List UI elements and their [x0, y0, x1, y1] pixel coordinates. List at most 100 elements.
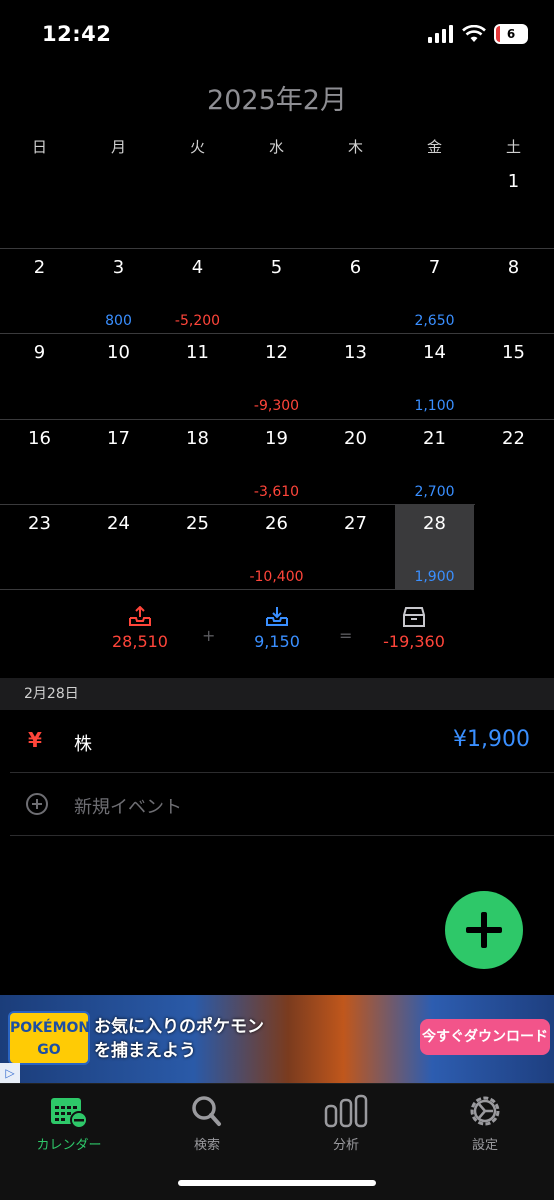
day-number: 27: [344, 513, 367, 534]
plus-operator: +: [202, 626, 216, 645]
day-number: 2: [33, 256, 46, 278]
income-total: 9,150: [254, 632, 300, 651]
calendar-day-cell[interactable]: 6: [316, 248, 395, 333]
calendar-day-cell[interactable]: 20: [316, 419, 395, 504]
day-number: 5: [270, 256, 283, 278]
weekday-label: 月: [110, 138, 126, 156]
day-number: 25: [186, 513, 209, 534]
home-indicator: [178, 1180, 376, 1186]
battery-icon: 6: [494, 24, 528, 44]
calendar-day-cell[interactable]: 28 1,900: [395, 504, 474, 589]
status-bar: 12:42 6: [0, 0, 554, 70]
day-number: 21: [423, 427, 446, 449]
calendar-day-cell[interactable]: 9: [0, 333, 79, 418]
calendar-day-cell[interactable]: 2: [0, 248, 79, 333]
new-event-button[interactable]: 新規イベント: [10, 773, 554, 836]
chart-icon: [324, 1094, 368, 1128]
month-title[interactable]: 2025年2月: [0, 78, 554, 117]
archive-box-icon: [403, 607, 425, 627]
weekday-header: 日月火水木金土: [0, 136, 554, 158]
day-number: 17: [107, 427, 130, 449]
calendar-day-cell[interactable]: 14 1,100: [395, 333, 474, 418]
balance-summary: -19,360: [354, 606, 474, 651]
ad-download-button[interactable]: 今すぐダウンロード: [420, 1019, 550, 1055]
tab-search[interactable]: 検索: [138, 1094, 276, 1153]
day-amount: -5,200: [174, 312, 221, 329]
battery-level: 6: [506, 27, 516, 41]
calendar-day-cell[interactable]: 11: [158, 333, 237, 418]
day-number: 1: [507, 171, 520, 192]
event-name: 株: [74, 734, 92, 755]
weekday-label: 水: [268, 138, 284, 156]
calendar-day-cell[interactable]: 1: [474, 162, 553, 247]
month-summary: 28,510 + 9,150 = -19,360: [0, 606, 554, 666]
day-amount: 2,650: [414, 312, 455, 329]
ad-banner[interactable]: POKÉMON GO お気に入りのポケモンを捕まえよう 今すぐダウンロード ▷: [0, 995, 554, 1083]
day-amount: -9,300: [253, 398, 300, 414]
calendar-day-cell[interactable]: 8: [474, 248, 553, 333]
day-number: 11: [186, 342, 209, 363]
calendar-grid: 1 2 3 800 4 -5,200 5 6 7 2,650 8 9 10 11 12 -9,300 13 14 1…: [0, 162, 554, 592]
add-circle-icon: [26, 793, 48, 815]
expense-total: 28,510: [112, 632, 168, 651]
wifi-icon: [462, 25, 486, 42]
add-button[interactable]: [445, 891, 523, 969]
calendar-day-cell[interactable]: 18: [158, 419, 237, 504]
status-icons: 6: [428, 24, 528, 44]
day-number: 13: [344, 342, 367, 363]
tab-analysis[interactable]: 分析: [277, 1094, 415, 1153]
income-summary: 9,150: [217, 606, 337, 651]
week-divider: [0, 418, 554, 420]
calendar-day-cell[interactable]: 7 2,650: [395, 248, 474, 333]
calendar-day-cell[interactable]: 15: [474, 333, 553, 418]
weekday-label: 木: [347, 138, 363, 156]
event-row[interactable]: ¥ 株 ¥1,900: [10, 710, 554, 773]
calendar-day-cell[interactable]: 19 -3,610: [237, 419, 316, 504]
day-amount: -3,610: [253, 483, 300, 500]
tab-analysis-label: 分析: [332, 1138, 359, 1153]
calendar-day-cell[interactable]: 26 -10,400: [237, 504, 316, 589]
cellular-signal-icon: [428, 25, 453, 43]
tab-settings[interactable]: 設定: [416, 1094, 554, 1153]
weekday-label: 金: [426, 138, 442, 156]
calendar-day-cell[interactable]: 16: [0, 419, 79, 504]
ad-choices-icon[interactable]: ▷: [0, 1063, 20, 1083]
week-divider: [0, 588, 474, 590]
new-event-label: 新規イベント: [74, 797, 182, 818]
day-number: 24: [107, 513, 130, 534]
tab-settings-label: 設定: [471, 1138, 498, 1153]
day-number: 22: [502, 427, 525, 449]
calendar-day-cell[interactable]: 25: [158, 504, 237, 589]
tab-calendar[interactable]: カレンダー: [0, 1094, 138, 1153]
day-number: 10: [107, 342, 130, 363]
calendar-day-cell[interactable]: 23: [0, 504, 79, 589]
day-number: 16: [28, 427, 51, 449]
day-number: 23: [28, 513, 51, 534]
day-amount: 2,700: [414, 483, 455, 500]
calendar-day-cell[interactable]: 10: [79, 333, 158, 418]
day-number: 26: [265, 513, 288, 534]
calendar-day-cell[interactable]: 21 2,700: [395, 419, 474, 504]
weekday-label: 土: [505, 138, 521, 156]
week-divider: [0, 333, 554, 334]
day-number: 12: [265, 342, 288, 363]
calendar-day-cell[interactable]: 22: [474, 419, 553, 504]
calendar-day-cell[interactable]: 27: [316, 504, 395, 589]
calendar-day-cell[interactable]: 12 -9,300: [237, 333, 316, 418]
selected-date-header: 2月28日: [0, 678, 554, 710]
balance-total: -19,360: [383, 632, 445, 651]
day-number: 3: [112, 256, 125, 278]
calendar-day-cell[interactable]: 4 -5,200: [158, 248, 237, 333]
tab-calendar-label: カレンダー: [36, 1138, 102, 1153]
day-number: 14: [423, 342, 446, 363]
status-time: 12:42: [42, 22, 112, 46]
search-icon: [192, 1096, 221, 1126]
calendar-day-cell[interactable]: 24: [79, 504, 158, 589]
calendar-day-cell[interactable]: 5: [237, 248, 316, 333]
week-divider: [0, 247, 554, 249]
calendar-day-cell[interactable]: 17: [79, 419, 158, 504]
calendar-day-cell[interactable]: 3 800: [79, 248, 158, 333]
day-number: 28: [423, 513, 446, 534]
calendar-day-cell[interactable]: 13: [316, 333, 395, 418]
day-amount: 1,100: [414, 398, 455, 414]
